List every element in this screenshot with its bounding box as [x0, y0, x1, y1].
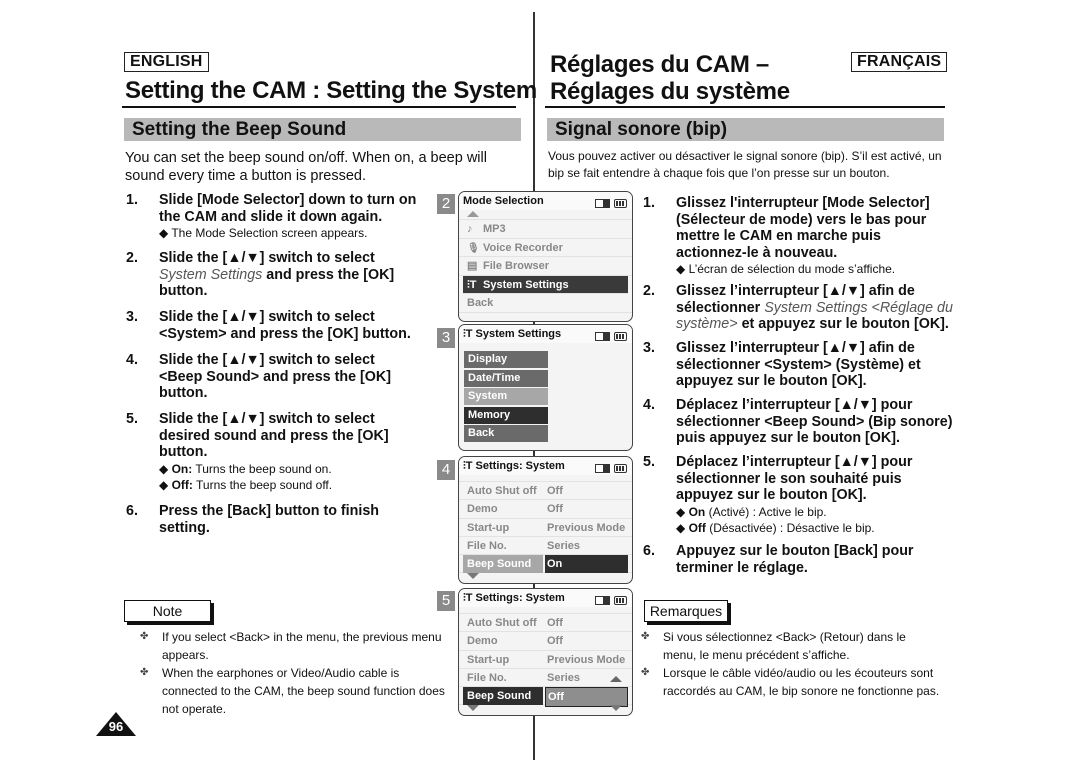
menu-item-back[interactable]: Back [464, 425, 548, 442]
page-number: 96 [108, 719, 124, 734]
tools-icon: ⫶T [463, 460, 473, 472]
menu-item-memory[interactable]: Memory [464, 406, 548, 424]
menu-item-date-time[interactable]: Date/Time [464, 369, 548, 387]
menu-item-mp3[interactable]: ♪ MP3 [459, 220, 632, 239]
option-up-arrow-icon [610, 675, 622, 682]
page-title-english: Setting the CAM : Setting the System [125, 77, 537, 104]
battery-icon [614, 199, 627, 208]
scroll-up-arrow-icon [467, 211, 479, 217]
scroll-down-arrow-icon [467, 573, 479, 580]
title-rule-english [122, 106, 516, 108]
screen-mode-selection: Mode Selection ♪ MP3 🎙 Voice Recorder ▤ Fil… [458, 191, 633, 322]
menu-item-display[interactable]: Display [464, 351, 548, 368]
menu-item-system[interactable]: System [464, 388, 548, 405]
setting-file-no[interactable]: File No. Series [459, 537, 632, 556]
screen-header: ⫶T Settings: System [459, 589, 632, 607]
language-tag-english: ENGLISH [124, 52, 209, 72]
tools-icon: ⫶T [463, 592, 473, 604]
scroll-down-arrow-icon [467, 705, 479, 712]
bullet-icon: ✤ [641, 667, 650, 678]
setting-beep-sound[interactable]: Beep Sound On [459, 555, 632, 574]
battery-icon [614, 332, 627, 341]
tools-icon: ⫶T [467, 278, 477, 291]
setting-beep-sound[interactable]: Beep Sound Off [459, 687, 632, 708]
note-item: ✤ Si vous sélectionnez <Back> (Retour) da… [641, 630, 906, 662]
option-down-arrow-icon [610, 705, 622, 712]
tools-icon: ⫶T [463, 328, 473, 340]
menu-item-file-browser[interactable]: ▤ File Browser [459, 257, 632, 276]
setting-auto-shut-off[interactable]: Auto Shut off Off [459, 614, 632, 633]
bullet-icon: ✤ [140, 631, 149, 642]
setting-start-up[interactable]: Start-up Previous Mode [459, 519, 632, 537]
note-heading-french: Remarques [644, 600, 728, 622]
battery-icon [614, 464, 627, 473]
bullet-icon: ✤ [140, 667, 149, 678]
menu-item-system-settings[interactable]: ⫶T System Settings [463, 275, 628, 294]
setting-start-up[interactable]: Start-up Previous Mode [459, 651, 632, 669]
screen-number-4: 4 [437, 460, 455, 480]
page-title-french-line2: Réglages du système [550, 78, 790, 105]
note-heading-english: Note [124, 600, 211, 622]
screen-settings-system-off: ⫶T Settings: System Auto Shut off Off Dem… [458, 588, 633, 716]
section-heading-english: Setting the Beep Sound [124, 118, 521, 141]
memory-card-icon [595, 332, 610, 341]
page-title-french: Réglages du CAM – Réglages du système [550, 51, 790, 105]
setting-auto-shut-off[interactable]: Auto Shut off Off [459, 482, 632, 501]
intro-text-french: Vous pouvez activer ou désactiver le sig… [548, 149, 942, 180]
setting-demo[interactable]: Demo Off [459, 632, 632, 651]
notes-list-french: ✤ Si vous sélectionnez <Back> (Retour) da… [641, 628, 941, 700]
language-tag-french: FRANÇAIS [851, 52, 948, 72]
note-item: ✤ If you select <Back> in the menu, the p… [140, 630, 442, 662]
menu-item-voice-recorder[interactable]: 🎙 Voice Recorder [459, 239, 632, 257]
screen-header: Mode Selection [459, 192, 632, 210]
battery-icon [614, 596, 627, 605]
page-number-badge: 96 [96, 712, 136, 736]
file-icon: ▤ [467, 260, 478, 272]
section-heading-french: Signal sonore (bip) [547, 118, 944, 141]
page-title-french-line1: Réglages du CAM – [550, 51, 769, 78]
note-item: ✤ When the earphones or Video/Audio cable… [140, 666, 445, 716]
screen-settings-system-on: ⫶T Settings: System Auto Shut off Off Dem… [458, 456, 633, 584]
setting-demo[interactable]: Demo Off [459, 500, 632, 519]
memory-card-icon [595, 464, 610, 473]
memory-card-icon [595, 199, 610, 208]
intro-text-english: You can set the beep sound on/off. When … [125, 150, 487, 184]
title-rule-french [545, 106, 945, 108]
screen-header: ⫶T Settings: System [459, 457, 632, 475]
setting-file-no[interactable]: File No. Series [459, 669, 632, 688]
notes-list-english: ✤ If you select <Back> in the menu, the p… [140, 628, 445, 718]
screen-number-3: 3 [437, 328, 455, 348]
screen-number-5: 5 [437, 591, 455, 611]
bullet-icon: ✤ [641, 631, 650, 642]
memory-card-icon [595, 596, 610, 605]
screen-number-2: 2 [437, 194, 455, 214]
menu-item-back[interactable]: Back [459, 294, 632, 313]
music-note-icon: ♪ [467, 223, 473, 235]
microphone-icon: 🎙 [467, 242, 480, 254]
screen-system-settings: ⫶T System Settings Display Date/Time Sys… [458, 324, 633, 451]
screen-header: ⫶T System Settings [459, 325, 632, 343]
note-item: ✤ Lorsque le câble vidéo/audio ou les éco… [641, 666, 940, 698]
